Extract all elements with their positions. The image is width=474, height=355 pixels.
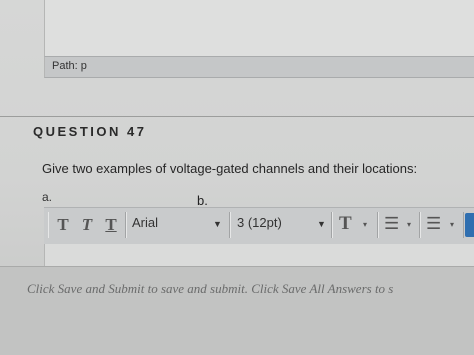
answer-editor-area[interactable] xyxy=(44,244,474,266)
numbered-list-button[interactable]: ☰ ▾ xyxy=(420,212,464,238)
previous-answer-editor[interactable] xyxy=(44,0,474,58)
text-color-button[interactable]: T ▾ xyxy=(332,212,378,238)
underline-button[interactable]: T xyxy=(100,215,122,235)
numbered-list-icon: ☰ xyxy=(426,214,442,233)
chevron-down-icon: ▾ xyxy=(407,220,412,229)
italic-button[interactable]: T xyxy=(76,215,98,235)
answer-label-a: a. xyxy=(42,190,53,204)
bullet-list-icon: ☰ xyxy=(384,214,400,233)
chevron-down-icon: ▼ xyxy=(213,219,222,229)
assessment-page: Path: p QUESTION 47 Give two examples of… xyxy=(0,0,474,355)
submit-instructions: Click Save and Submit to save and submit… xyxy=(27,281,394,296)
text-color-icon: T xyxy=(339,213,352,234)
font-family-value: Arial xyxy=(132,215,159,230)
chevron-down-icon: ▾ xyxy=(450,220,455,229)
editor-path-bar: Path: p xyxy=(44,56,474,78)
answer-label-b: b. xyxy=(197,193,208,208)
font-size-select[interactable]: 3 (12pt) ▼ xyxy=(230,212,332,238)
question-divider xyxy=(0,116,474,117)
chevron-down-icon: ▾ xyxy=(363,220,368,229)
rich-text-toolbar: T T T Arial ▼ 3 (12pt) ▼ T ▾ ☰ ▾ ☰ ▾ xyxy=(44,207,474,245)
format-button-group: T T T xyxy=(48,212,126,238)
path-label: Path: p xyxy=(52,60,87,72)
question-title: QUESTION 47 xyxy=(33,124,147,139)
chevron-down-icon: ▼ xyxy=(317,219,326,229)
font-size-value: 3 (12pt) xyxy=(237,215,282,230)
bullet-list-button[interactable]: ☰ ▾ xyxy=(378,212,420,238)
font-family-select[interactable]: Arial ▼ xyxy=(126,212,230,238)
submission-bar xyxy=(0,266,474,355)
bold-button[interactable]: T xyxy=(52,215,74,235)
question-text: Give two examples of voltage-gated chann… xyxy=(42,161,418,176)
toolbar-overflow-button[interactable] xyxy=(465,213,474,237)
